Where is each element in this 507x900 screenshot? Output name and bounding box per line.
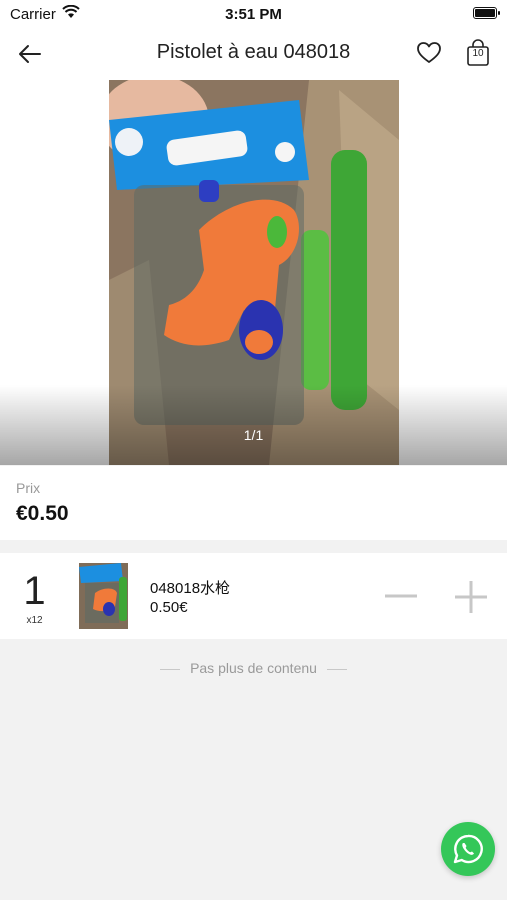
end-of-content: Pas plus de contenu (0, 660, 507, 676)
variant-thumbnail[interactable] (79, 563, 128, 629)
minus-icon[interactable] (384, 579, 418, 613)
price-value: €0.50 (16, 502, 69, 525)
gallery-pager: 1/1 (243, 427, 264, 443)
status-bar: Carrier 3:51 PM (0, 0, 507, 28)
end-text: Pas plus de contenu (190, 660, 317, 676)
variant-price: 0.50€ (150, 599, 188, 616)
quantity-value: 1 (23, 569, 46, 613)
status-time: 3:51 PM (225, 6, 282, 23)
variant-name: 048018水枪 (150, 580, 231, 597)
nav-bar: Pistolet à eau 048018 10 (0, 28, 507, 80)
whatsapp-icon (453, 834, 483, 864)
whatsapp-button[interactable] (441, 822, 495, 876)
cart-count-badge: 10 (472, 48, 484, 59)
product-gallery[interactable]: 1/1 (0, 80, 507, 465)
variant-row: 1 x12 048018水枪 0.50€ (0, 553, 507, 639)
divider-left (160, 668, 181, 670)
pack-size: x12 (26, 615, 43, 626)
heart-icon[interactable] (416, 40, 442, 66)
battery-icon (473, 7, 500, 19)
plus-icon[interactable] (453, 579, 489, 615)
divider-right (326, 668, 347, 670)
price-section: Prix €0.50 (0, 466, 507, 540)
price-label: Prix (16, 480, 41, 496)
gallery-gradient (0, 385, 507, 465)
